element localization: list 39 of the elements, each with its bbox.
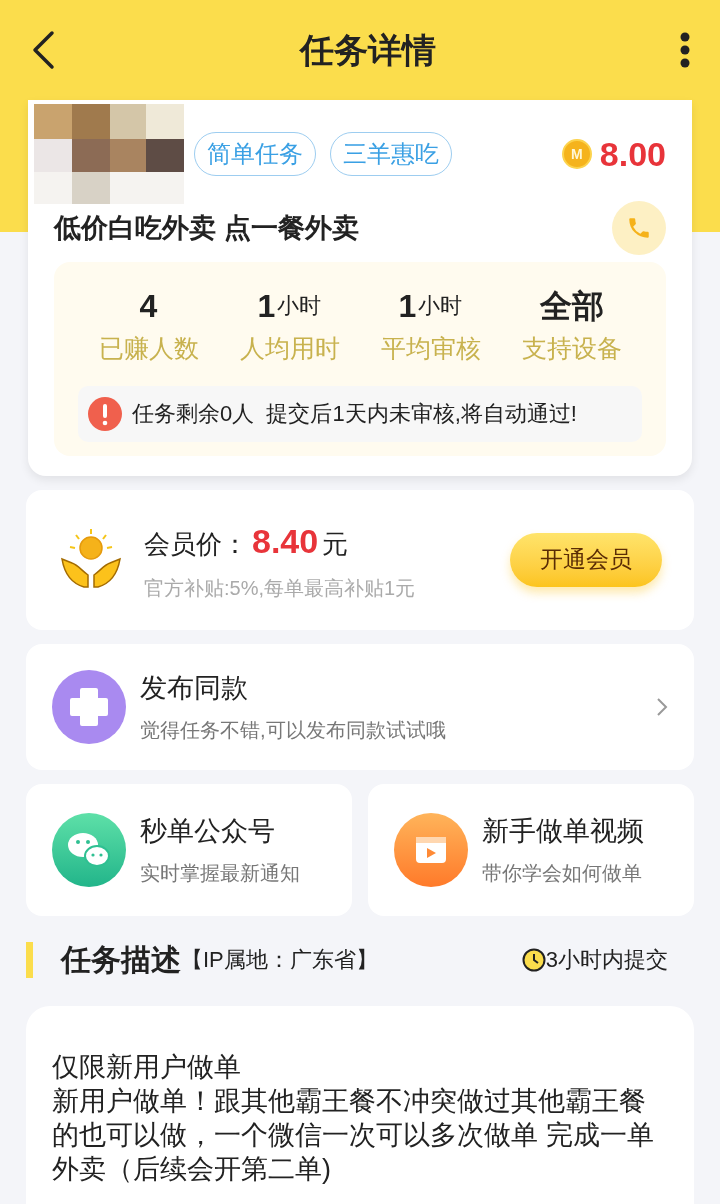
phone-icon (626, 215, 652, 241)
more-icon[interactable] (680, 32, 690, 68)
shortcut-subtitle: 带你学会如何做单 (482, 860, 643, 886)
stat-label: 已赚人数 (98, 333, 199, 364)
shortcut-title: 秒单公众号 (140, 815, 276, 849)
stat-value: 1小时 (398, 287, 463, 322)
shortcut-card[interactable]: 新手做单视频 带你学会如何做单 (368, 783, 694, 916)
subsidy-note: 官方补贴:5%,每单最高补贴1元 (144, 576, 416, 601)
warning-icon (88, 396, 122, 431)
ip-location: 【IP属地：广东省】 (181, 946, 378, 974)
stat-label: 平均审核 (380, 333, 481, 364)
publish-title: 发布同款 (140, 672, 249, 706)
description-text: 仅限新用户做单 (52, 1050, 242, 1084)
task-title: 低价白吃外卖 点一餐外卖 (54, 211, 359, 245)
notice-text: 任务剩余0人 提交后1天内未审核,将自动通过! (132, 400, 577, 428)
section-title: 任务描述 (61, 942, 181, 978)
open-membership-button[interactable]: 开通会员 (510, 532, 662, 587)
stat-label: 支持设备 (521, 333, 622, 364)
accent-bar (26, 941, 33, 978)
page-title: 任务详情 (300, 29, 436, 71)
chevron-right-icon[interactable] (656, 696, 668, 717)
reward-amount: 8.00 (599, 133, 666, 175)
shortcut-title: 新手做单视频 (482, 815, 644, 849)
shortcut-subtitle: 实时掌握最新通知 (140, 860, 300, 886)
back-icon[interactable] (30, 30, 56, 70)
stat-value: 全部 (539, 287, 604, 322)
stat-label: 人均用时 (239, 333, 340, 364)
chat-bubbles-icon (52, 812, 126, 887)
member-price: 会员价：8.40 元 (144, 521, 350, 562)
description-text: 新用户做单！跟其他霸王餐不冲突做过其他霸王餐的也可以做，一个微信一次可以多次做单 完成一单外卖（后续会开第二单) (52, 1084, 655, 1186)
shortcut-card[interactable]: 秒单公众号 实时掌握最新通知 (26, 783, 352, 916)
publish-subtitle: 觉得任务不错,可以发布同款试试哦 (140, 717, 446, 743)
stat-value: 1小时 (257, 287, 322, 322)
clock-icon (521, 947, 546, 972)
deadline: 3小时内提交 (545, 946, 668, 974)
video-play-icon (394, 812, 468, 887)
coin-icon: M (561, 139, 592, 169)
stat-value: 4 (139, 287, 158, 322)
plus-icon (52, 669, 126, 744)
